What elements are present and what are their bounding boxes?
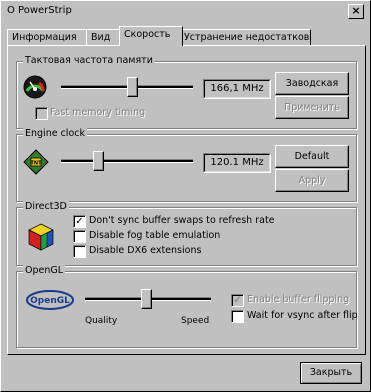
opengl-group: OpenGL OpenGL Quality Speed ✓ Enable buf… [16,265,358,348]
enable-buffer-flipping-checkbox[interactable]: ✓ [231,294,244,307]
fast-memory-timing-label: Fast memory timing [50,107,146,118]
disable-fog-checkbox[interactable] [73,230,86,243]
memory-clock-value: 166,1 MHz [204,80,270,98]
close-button[interactable]: Закрыть [300,362,362,384]
engine-chip-icon: TNT [23,149,49,175]
no-sync-swaps-checkbox[interactable]: ✓ [73,215,86,228]
engine-default-button[interactable]: Default [275,145,349,168]
direct3d-label: Direct3D [23,201,69,213]
memory-apply-button[interactable]: Применить [275,96,349,119]
memory-clock-label: Тактовая частота памяти [23,55,155,67]
window-title: О PowerStrip [7,5,72,16]
tab-panel: Тактовая частота памяти 166,1 MHz Заводс… [7,45,366,355]
disable-dx6-checkbox[interactable] [73,245,86,258]
opengl-logo: OpenGL [25,289,75,311]
tab-info[interactable]: Информация [7,29,87,45]
fast-memory-timing-checkbox[interactable] [35,107,48,120]
slider-quality-label: Quality [85,316,118,326]
engine-clock-track [61,159,193,163]
engine-clock-value: 120.1 MHz [204,154,270,172]
memory-clock-value-box: 166,1 MHz [203,79,271,99]
direct3d-cube-icon [27,222,55,252]
wait-vsync-label: Wait for vsync after flip [247,310,358,321]
memory-clock-group: Тактовая частота памяти 166,1 MHz Заводс… [16,55,357,129]
engine-clock-group: Engine clock TNT 120.1 MHz Default Apply [16,128,357,202]
disable-fog-label: Disable fog table emulation [89,230,221,241]
slider-speed-label: Speed [181,316,210,326]
engine-clock-value-box: 120.1 MHz [203,153,271,173]
opengl-label: OpenGL [23,265,66,277]
title-bar[interactable]: О PowerStrip × [2,2,369,20]
disable-dx6-label: Disable DX6 extensions [89,245,202,256]
tab-view[interactable]: Вид [86,29,120,45]
tab-speed[interactable]: Скорость [119,26,183,46]
memory-default-button[interactable]: Заводская [275,72,349,95]
memory-gauge-icon [23,75,47,99]
opengl-quality-slider[interactable] [141,289,152,309]
no-sync-swaps-label: Don't sync buffer swaps to refresh rate [89,215,275,226]
engine-clock-label: Engine clock [23,128,87,140]
svg-text:TNT: TNT [30,161,42,167]
tab-troubleshooting[interactable]: Устранение недостатков [179,29,311,45]
engine-apply-button[interactable]: Apply [275,169,349,192]
dialog-window: О PowerStrip × Информация Вид Скорость У… [0,0,371,392]
memory-clock-slider[interactable] [127,77,138,97]
opengl-logo-text: OpenGL [30,296,70,306]
wait-vsync-checkbox[interactable] [231,310,244,323]
direct3d-group: Direct3D ✓ Don't sync buffer swaps to re… [16,201,357,266]
enable-buffer-flipping-label: Enable buffer flipping [247,294,350,305]
close-window-button[interactable]: × [348,4,364,19]
engine-clock-slider[interactable] [93,151,104,171]
